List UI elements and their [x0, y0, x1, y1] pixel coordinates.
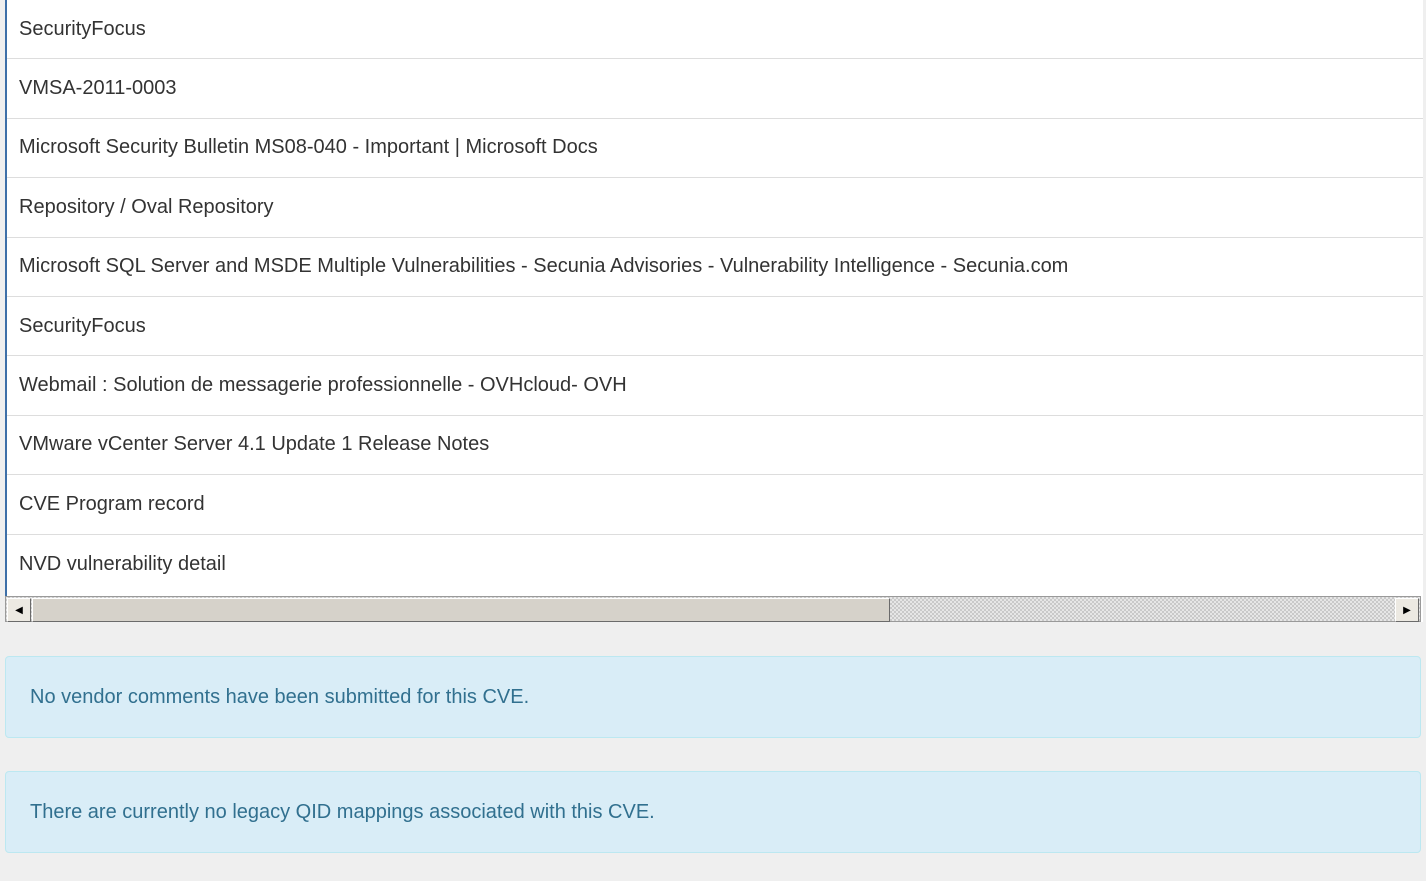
reference-link[interactable]: Repository / Oval Repository — [7, 178, 1423, 238]
reference-link[interactable]: SecurityFocus — [7, 297, 1423, 357]
scrollbar-thumb[interactable] — [32, 598, 890, 622]
vendor-comments-text: No vendor comments have been submitted f… — [30, 685, 530, 708]
qid-mappings-text: There are currently no legacy QID mappin… — [30, 800, 655, 823]
reference-link[interactable]: NVD vulnerability detail — [7, 535, 1423, 594]
reference-link[interactable]: Webmail : Solution de messagerie profess… — [7, 356, 1423, 416]
scrollbar-track[interactable]: ◀ ▶ — [5, 596, 1421, 622]
cve-references-page: SecurityFocus VMSA-2011-0003 Microsoft S… — [0, 0, 1426, 881]
reference-link[interactable]: SecurityFocus — [7, 0, 1423, 60]
vendor-comments-notice: No vendor comments have been submitted f… — [5, 656, 1421, 738]
reference-link[interactable]: Microsoft Security Bulletin MS08-040 - I… — [7, 119, 1423, 179]
qid-mappings-notice: There are currently no legacy QID mappin… — [5, 771, 1421, 853]
reference-link[interactable]: VMware vCenter Server 4.1 Update 1 Relea… — [7, 416, 1423, 476]
references-panel: SecurityFocus VMSA-2011-0003 Microsoft S… — [5, 0, 1423, 622]
reference-link[interactable]: CVE Program record — [7, 475, 1423, 535]
horizontal-scrollbar[interactable]: ◀ ▶ — [5, 596, 1423, 622]
reference-link[interactable]: VMSA-2011-0003 — [7, 59, 1423, 119]
scroll-left-icon[interactable]: ◀ — [7, 598, 31, 622]
references-list: SecurityFocus VMSA-2011-0003 Microsoft S… — [7, 0, 1423, 594]
scroll-right-icon[interactable]: ▶ — [1395, 598, 1419, 622]
reference-link[interactable]: Microsoft SQL Server and MSDE Multiple V… — [7, 238, 1423, 297]
